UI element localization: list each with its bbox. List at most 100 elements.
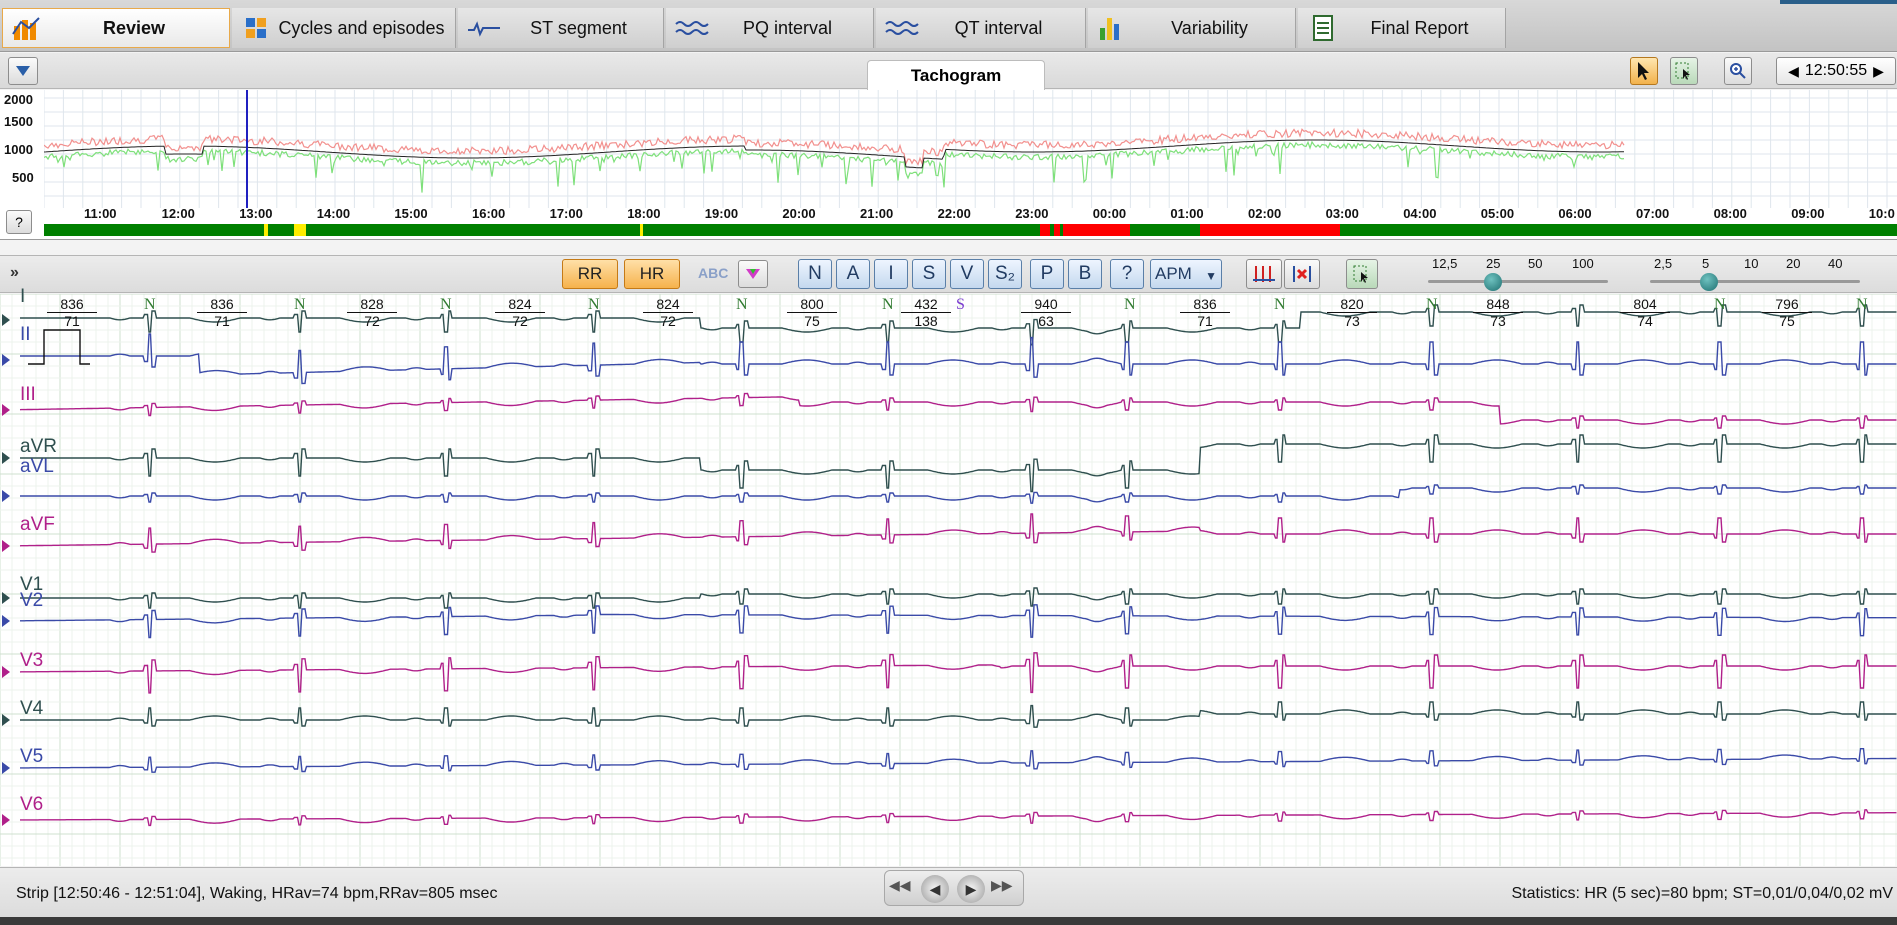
beat-label[interactable]: N [294, 296, 306, 314]
lead-marker [2, 814, 10, 826]
beat-type-button[interactable]: N [798, 259, 832, 289]
beat-label[interactable]: N [1714, 296, 1726, 314]
apm-label: APM [1155, 264, 1192, 283]
beat-type-button[interactable]: V [950, 259, 984, 289]
speed-tick: 100 [1572, 256, 1594, 271]
rewind-icon[interactable]: ◀◀ [889, 877, 917, 901]
rr-hr-annotation[interactable]: 432 138 [901, 296, 951, 329]
delete-markers-button[interactable] [1284, 259, 1320, 289]
timeline-marker-red [1110, 224, 1116, 236]
rr-value: 940 [1021, 296, 1071, 313]
hr-toggle-button[interactable]: HR [624, 259, 680, 289]
apm-dropdown[interactable]: APM ▼ [1150, 259, 1222, 289]
beat-label[interactable]: N [144, 296, 156, 314]
beat-label[interactable]: N [588, 296, 600, 314]
zoom-button[interactable] [1724, 57, 1752, 85]
help-button[interactable]: ? [6, 210, 32, 234]
red-markers-icon [1253, 266, 1275, 282]
gain-tick: 40 [1828, 256, 1843, 271]
markers-button[interactable] [1246, 259, 1282, 289]
rr-hr-annotation[interactable]: 824 72 [643, 296, 693, 329]
beat-label[interactable]: N [1856, 296, 1868, 314]
beat-label[interactable]: N [1124, 296, 1136, 314]
speed-tick: 25 [1486, 256, 1501, 271]
speed-thumb[interactable] [1484, 273, 1502, 291]
beat-type-button[interactable]: B [1068, 259, 1102, 289]
select-region-button[interactable] [1670, 57, 1698, 85]
tab-tachogram[interactable]: Tachogram [867, 60, 1045, 90]
rr-value: 804 [1620, 296, 1670, 313]
beat-type-button[interactable]: I [874, 259, 908, 289]
current-time: 12:50:55 [1804, 62, 1868, 79]
beat-label[interactable]: N [440, 296, 452, 314]
beat-label[interactable]: N [736, 296, 748, 314]
st-wave-icon [468, 21, 500, 37]
lead-label: V3 [20, 650, 44, 671]
next-time-arrow-icon[interactable]: ▶ [1873, 63, 1884, 80]
timeline-marker-red [1290, 224, 1296, 236]
abc-label-button[interactable]: ABC [698, 265, 728, 281]
ecg-trace-v4 [20, 701, 1897, 728]
time-tick: 01:00 [1170, 206, 1204, 221]
tab-cycles-and-episodes[interactable]: Cycles and episodes [232, 8, 456, 48]
rr-hr-annotation[interactable]: 836 71 [197, 296, 247, 329]
beat-type-button[interactable]: ? [1110, 259, 1144, 289]
collapse-tachogram-button[interactable] [8, 57, 38, 85]
gain-thumb[interactable] [1700, 273, 1718, 291]
beat-label[interactable]: N [882, 296, 894, 314]
double-chevron-down-icon[interactable]: » [10, 264, 19, 282]
rr-hr-annotation[interactable]: 848 73 [1473, 296, 1523, 329]
tachogram-panel[interactable]: 2000 1500 1000 500 ? 11:00 12:00 13:00 14:0… [0, 90, 1897, 240]
tab-pq-interval[interactable]: PQ interval [666, 8, 874, 48]
time-tick: 04:00 [1403, 206, 1437, 221]
tab-st-segment[interactable]: ST segment [458, 8, 664, 48]
tab-qt-interval[interactable]: QT interval [876, 8, 1086, 48]
rr-hr-annotation[interactable]: 800 75 [787, 296, 837, 329]
statistics-info: Statistics: HR (5 sec)=80 bpm; ST=0,01/0… [1511, 885, 1893, 902]
rr-hr-annotation[interactable]: 828 72 [347, 296, 397, 329]
triangle-down-icon [16, 66, 30, 76]
beat-label[interactable]: S [956, 296, 965, 314]
rr-hr-annotation[interactable]: 836 71 [1180, 296, 1230, 329]
beat-type-button[interactable]: A [836, 259, 870, 289]
rr-hr-annotation[interactable]: 796 75 [1762, 296, 1812, 329]
hr-value: 72 [512, 313, 528, 329]
rr-value: 432 [901, 296, 951, 313]
beat-type-button[interactable]: P [1030, 259, 1064, 289]
speed-slider[interactable]: 12,5 25 50 100 [1422, 256, 1612, 292]
timeline-normal [44, 224, 1897, 236]
tab-review[interactable]: Review [2, 8, 230, 48]
state-timeline-bar[interactable] [44, 224, 1897, 236]
beat-label[interactable]: N [1274, 296, 1286, 314]
status-bar: Strip [12:50:46 - 12:51:04], Waking, HRa… [0, 867, 1897, 917]
rr-hr-annotation[interactable]: 940 63 [1021, 296, 1071, 329]
previous-time-arrow-icon[interactable]: ◀ [1788, 63, 1799, 80]
pointer-tool-button[interactable] [1630, 57, 1658, 85]
y-tick-1000: 1000 [4, 142, 33, 157]
color-palette-button[interactable] [738, 260, 768, 288]
rr-value: 836 [1180, 296, 1230, 313]
rr-toggle-button[interactable]: RR [562, 259, 618, 289]
tab-final-report[interactable]: Final Report [1298, 8, 1506, 48]
gain-tick: 5 [1702, 256, 1710, 271]
tab-variability[interactable]: Variability [1088, 8, 1296, 48]
variability-chart-icon [1100, 18, 1119, 40]
rr-hr-annotation[interactable]: 804 74 [1620, 296, 1670, 329]
rr-hr-annotation[interactable]: 836 71 [47, 296, 97, 329]
beat-label[interactable]: N [1426, 296, 1438, 314]
select-region-icon [1675, 62, 1690, 80]
gain-slider[interactable]: 2,5 5 10 20 40 [1644, 256, 1864, 292]
ecg-strip[interactable]: I II III aVR aVL aVF V1 V2 V3 V4 V5 V6 836 71 836 71 82… [0, 286, 1897, 866]
rr-value: 800 [787, 296, 837, 313]
ecg-select-region-button[interactable] [1346, 259, 1378, 289]
time-tick: 05:00 [1480, 206, 1515, 221]
rr-hr-annotation[interactable]: 820 73 [1327, 296, 1377, 329]
fast-forward-icon[interactable]: ▶▶ [991, 877, 1021, 901]
step-back-icon[interactable]: ◀ [921, 875, 949, 903]
rr-hr-annotation[interactable]: 824 72 [495, 296, 545, 329]
beat-type-button[interactable]: S [912, 259, 946, 289]
step-forward-icon[interactable]: ▶ [957, 875, 985, 903]
tab-label: Cycles and episodes [278, 17, 445, 38]
beat-type-button[interactable]: S₂ [988, 259, 1022, 289]
tab-label: PQ interval [742, 17, 833, 38]
